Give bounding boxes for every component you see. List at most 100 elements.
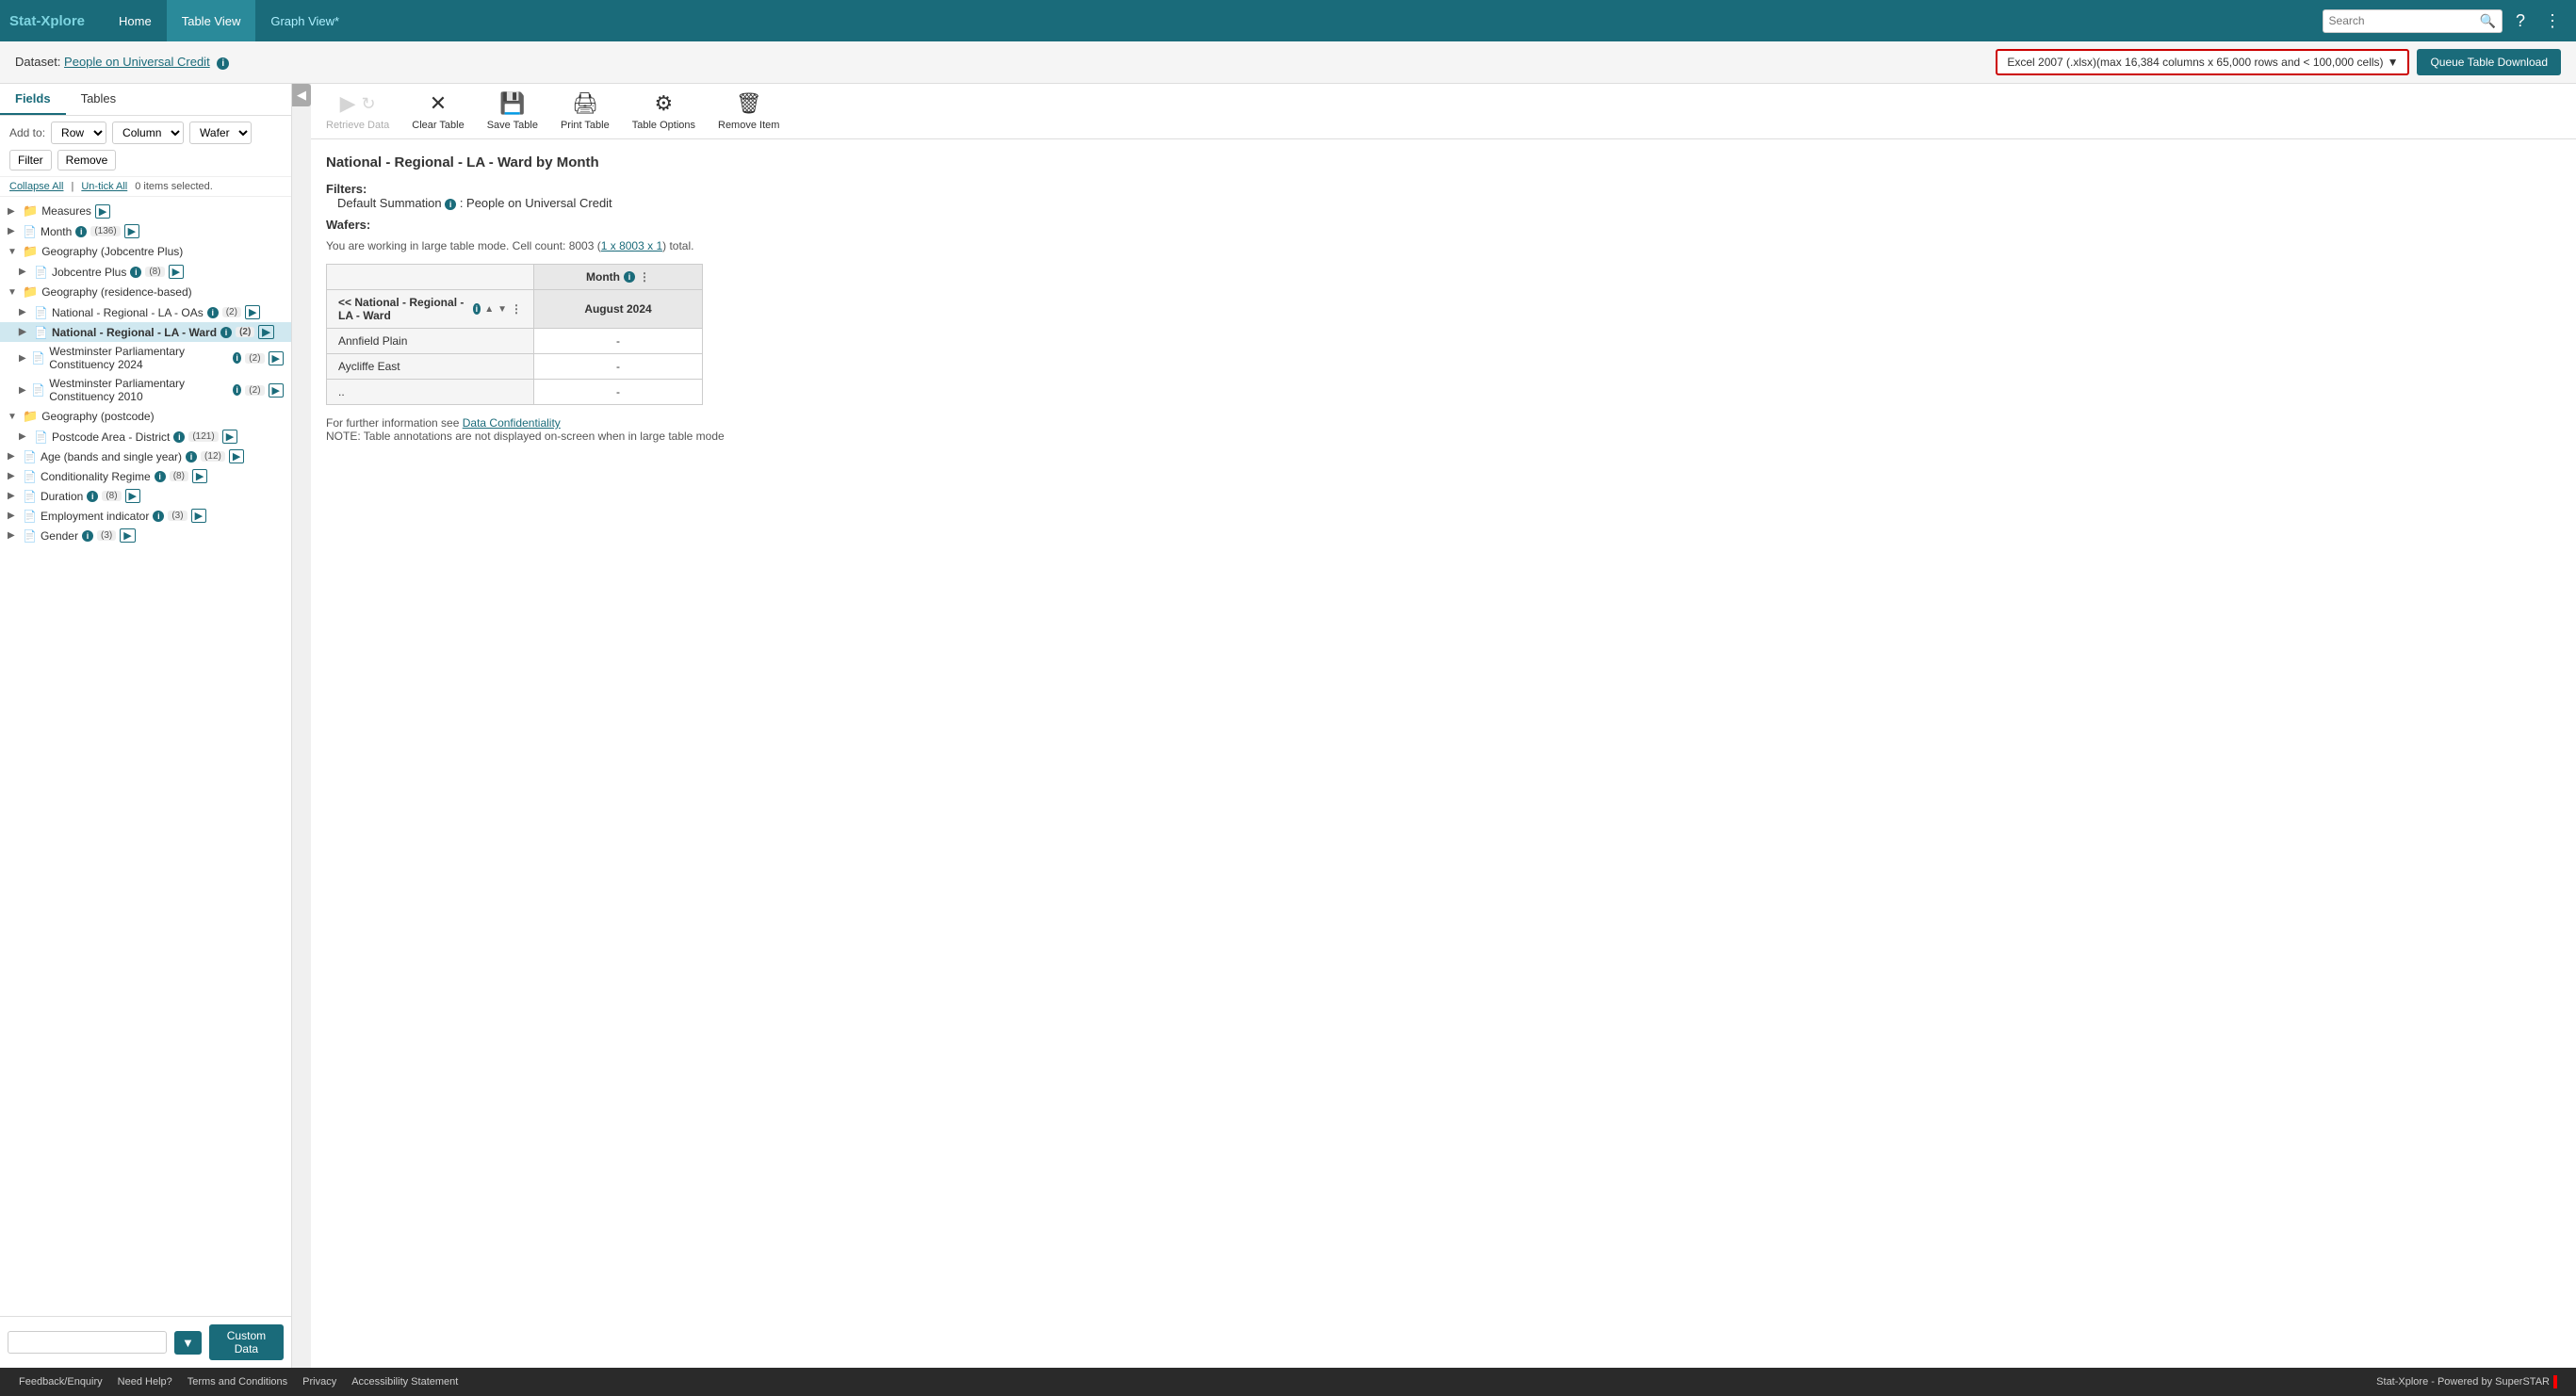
collapse-all-link[interactable]: Collapse All <box>9 181 63 192</box>
nav-pc[interactable]: ▶ <box>222 430 237 444</box>
footer-terms-link[interactable]: Terms and Conditions <box>187 1376 287 1388</box>
nav-age[interactable]: ▶ <box>229 449 244 463</box>
doc-icon-jc: 📄 <box>34 266 48 279</box>
queue-download-button[interactable]: Queue Table Download <box>2417 49 2561 75</box>
remove-item-label: Remove Item <box>718 120 779 131</box>
tree-item-conditionality[interactable]: ▶ 📄 Conditionality Regime i (8) ▶ <box>0 466 291 486</box>
row-menu-icon[interactable]: ⋮ <box>511 302 522 316</box>
tree-item-duration[interactable]: ▶ 📄 Duration i (8) ▶ <box>0 486 291 506</box>
col-menu-icon[interactable]: ⋮ <box>639 270 650 284</box>
custom-data-button[interactable]: Custom Data <box>209 1324 284 1360</box>
info-dur-icon[interactable]: i <box>87 491 98 502</box>
remove-item-group[interactable]: 🗑 Remove Item <box>718 91 779 131</box>
add-to-row-select[interactable]: Row <box>51 122 106 144</box>
table-options-group[interactable]: ⚙ Table Options <box>632 91 695 131</box>
save-table-group[interactable]: 💾 Save Table <box>487 91 538 131</box>
footer-feedback-link[interactable]: Feedback/Enquiry <box>19 1376 103 1388</box>
info-oas-icon[interactable]: i <box>207 307 219 318</box>
folder-icon: 📁 <box>23 203 38 219</box>
table-row: Aycliffe East - <box>327 354 703 380</box>
tree-item-westminster-2010[interactable]: ▶ 📄 Westminster Parliamentary Constituen… <box>0 374 291 406</box>
untick-all-link[interactable]: Un-tick All <box>81 181 127 192</box>
save-table-label: Save Table <box>487 120 538 131</box>
filter-button[interactable]: Filter <box>9 150 52 170</box>
tree-item-gender[interactable]: ▶ 📄 Gender i (3) ▶ <box>0 526 291 545</box>
dataset-link[interactable]: People on Universal Credit <box>64 55 210 69</box>
info-pc-icon[interactable]: i <box>173 431 185 443</box>
row-label-aycliffe: Aycliffe East <box>327 354 534 380</box>
help-button[interactable]: ? <box>2510 8 2531 35</box>
info-jc-icon[interactable]: i <box>130 267 141 278</box>
tree-item-westminster-2024[interactable]: ▶ 📄 Westminster Parliamentary Constituen… <box>0 342 291 374</box>
data-confidentiality-link[interactable]: Data Confidentiality <box>463 416 561 430</box>
tree-item-jobcentre-plus[interactable]: ▶ 📄 Jobcentre Plus i (8) ▶ <box>0 262 291 282</box>
tree-item-geo-jobcentre[interactable]: ▼ 📁 Geography (Jobcentre Plus) <box>0 241 291 262</box>
info-filter-icon[interactable]: i <box>445 199 456 210</box>
info-col-month[interactable]: i <box>624 271 635 283</box>
tree-item-measures[interactable]: ▶ 📁 Measures ▶ <box>0 201 291 221</box>
nav-wm2024[interactable]: ▶ <box>269 351 284 365</box>
tree-item-nat-reg-la-ward[interactable]: ▶ 📄 National - Regional - LA - Ward i (2… <box>0 322 291 342</box>
nav-jc[interactable]: ▶ <box>169 265 184 279</box>
info-row-header[interactable]: i <box>473 303 481 315</box>
cell-count-link[interactable]: 1 x 8003 x 1 <box>601 239 662 252</box>
info-cond-icon[interactable]: i <box>155 471 166 482</box>
aug-2024-header: August 2024 <box>534 290 703 329</box>
badge-wm2010: (2) <box>245 385 264 396</box>
search-input[interactable] <box>2329 14 2480 27</box>
footer-brand: Stat-Xplore - Powered by SuperSTAR <box>2376 1375 2557 1388</box>
info-gen-icon[interactable]: i <box>82 530 93 542</box>
info-ward-icon[interactable]: i <box>220 327 232 338</box>
doc-icon-wm2024: 📄 <box>31 351 45 365</box>
tree-item-geo-residence[interactable]: ▼ 📁 Geography (residence-based) <box>0 282 291 302</box>
info-month-icon[interactable]: i <box>75 226 87 237</box>
field-tree: ▶ 📁 Measures ▶ ▶ 📄 Month i (136) ▶ ▼ <box>0 197 291 1316</box>
table-options-label: Table Options <box>632 120 695 131</box>
nav-oas[interactable]: ▶ <box>245 305 260 319</box>
add-to-wafer-select[interactable]: Wafer <box>189 122 252 144</box>
tab-tables[interactable]: Tables <box>66 84 132 115</box>
doc-icon-oas: 📄 <box>34 306 48 319</box>
nav-emp[interactable]: ▶ <box>191 509 206 523</box>
folder-icon-geo-res: 📁 <box>23 284 38 300</box>
filters-label: Filters: <box>326 182 367 196</box>
add-to-column-select[interactable]: Column <box>112 122 184 144</box>
print-table-group[interactable]: 🖨 Print Table <box>561 91 610 131</box>
info-emp-icon[interactable]: i <box>153 511 164 522</box>
tab-fields[interactable]: Fields <box>0 84 66 115</box>
footer-accessibility-link[interactable]: Accessibility Statement <box>351 1376 458 1388</box>
nav-arrow-measures[interactable]: ▶ <box>95 204 110 219</box>
nav-month[interactable]: ▶ <box>124 224 139 238</box>
nav-wm2010[interactable]: ▶ <box>269 383 284 398</box>
format-selector[interactable]: Excel 2007 (.xlsx)(max 16,384 columns x … <box>1996 49 2409 75</box>
tree-item-nat-reg-la-oas[interactable]: ▶ 📄 National - Regional - LA - OAs i (2)… <box>0 302 291 322</box>
dataset-info: Dataset: People on Universal Credit i <box>15 55 229 70</box>
tree-item-employment[interactable]: ▶ 📄 Employment indicator i (3) ▶ <box>0 506 291 526</box>
nav-gen[interactable]: ▶ <box>120 528 135 543</box>
tree-item-month[interactable]: ▶ 📄 Month i (136) ▶ <box>0 221 291 241</box>
nav-ward[interactable]: ▶ <box>258 325 273 339</box>
sidebar-search-input[interactable] <box>8 1331 167 1354</box>
sidebar-filter-icon-button[interactable]: ▼ <box>174 1331 202 1355</box>
collapse-sidebar-button[interactable]: ◀ <box>292 84 311 106</box>
info-wm2024-icon[interactable]: i <box>233 352 241 364</box>
info-age-icon[interactable]: i <box>186 451 197 463</box>
tree-item-age[interactable]: ▶ 📄 Age (bands and single year) i (12) ▶ <box>0 446 291 466</box>
nav-home[interactable]: Home <box>104 0 167 41</box>
clear-table-group[interactable]: ✕ Clear Table <box>412 91 464 131</box>
footer-privacy-link[interactable]: Privacy <box>302 1376 336 1388</box>
info-wm2010-icon[interactable]: i <box>233 384 241 396</box>
nav-dur[interactable]: ▶ <box>125 489 140 503</box>
tree-item-postcode-area[interactable]: ▶ 📄 Postcode Area - District i (121) ▶ <box>0 427 291 446</box>
footer-help-link[interactable]: Need Help? <box>118 1376 172 1388</box>
nav-table-view[interactable]: Table View <box>167 0 256 41</box>
nav-cond[interactable]: ▶ <box>192 469 207 483</box>
dataset-info-icon[interactable]: i <box>217 57 229 70</box>
sort-down-icon[interactable]: ▼ <box>497 304 507 315</box>
sort-up-icon[interactable]: ▲ <box>484 304 494 315</box>
remove-button[interactable]: Remove <box>57 150 117 170</box>
tree-item-geo-postcode[interactable]: ▼ 📁 Geography (postcode) <box>0 406 291 427</box>
nav-graph-view[interactable]: Graph View* <box>255 0 354 41</box>
data-table: Month i ⋮ << National - Regional - LA - … <box>326 264 703 405</box>
menu-button[interactable]: ⋮ <box>2538 8 2567 35</box>
